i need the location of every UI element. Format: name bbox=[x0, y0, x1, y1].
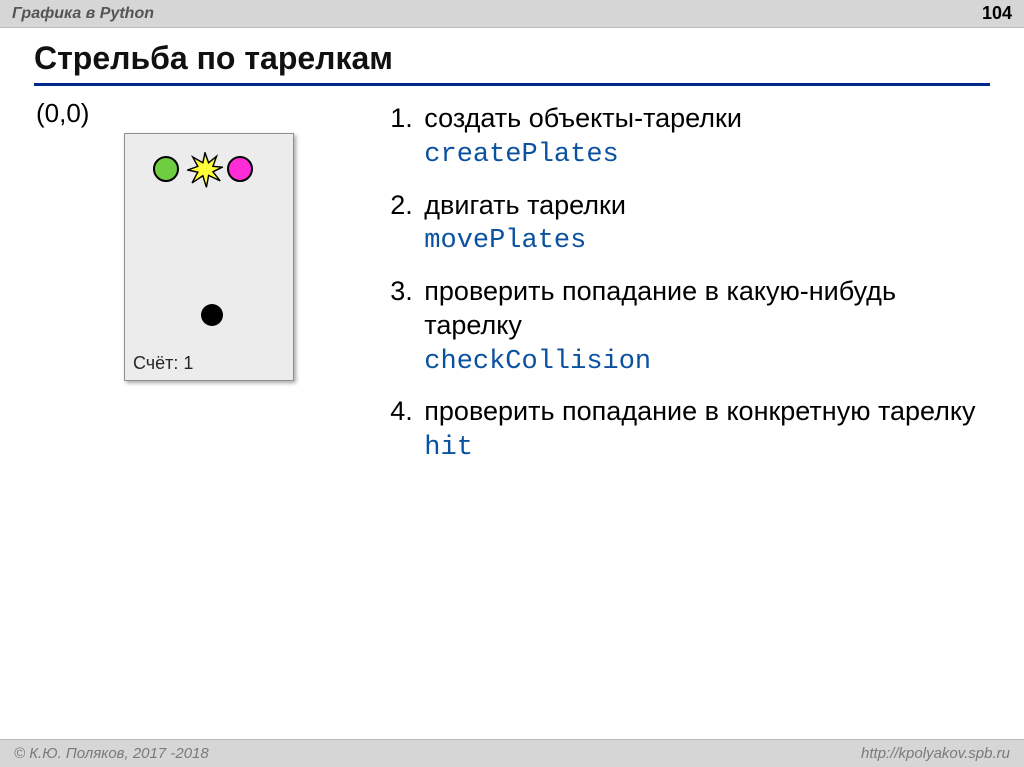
section-title: Графика в Python bbox=[12, 5, 154, 23]
slide-header: Графика в Python 104 bbox=[0, 0, 1024, 28]
list-item: двигать тарелки movePlates bbox=[420, 189, 990, 260]
slide-body: (0,0) Счёт: 1 создать объекты-тарелки cr… bbox=[34, 96, 990, 731]
slide-content: Стрельба по тарелкам (0,0) Счёт: 1 созда… bbox=[0, 28, 1024, 739]
plate-green-icon bbox=[153, 156, 179, 182]
code-identifier: checkCollision bbox=[424, 347, 651, 377]
step-text: двигать тарелки bbox=[424, 190, 626, 220]
plate-magenta-icon bbox=[227, 156, 253, 182]
code-identifier: hit bbox=[424, 433, 473, 463]
explosion-icon bbox=[187, 152, 223, 188]
slide-footer: © К.Ю. Поляков, 2017 -2018 http://kpolya… bbox=[0, 739, 1024, 767]
score-label: Счёт: 1 bbox=[133, 353, 193, 374]
step-text: проверить попадание в какую-нибудь тарел… bbox=[424, 276, 896, 340]
list-item: создать объекты-тарелки createPlates bbox=[420, 102, 990, 173]
list-item: проверить попадание в какую-нибудь тарел… bbox=[420, 275, 990, 379]
page-number: 104 bbox=[982, 3, 1012, 24]
code-identifier: createPlates bbox=[424, 140, 618, 170]
step-text: проверить попадание в конкретную тарелку bbox=[424, 396, 975, 426]
slide-title: Стрельба по тарелкам bbox=[34, 40, 990, 86]
origin-label: (0,0) bbox=[36, 98, 358, 129]
copyright-text: © К.Ю. Поляков, 2017 -2018 bbox=[14, 745, 209, 762]
game-canvas: Счёт: 1 bbox=[124, 133, 294, 381]
left-column: (0,0) Счёт: 1 bbox=[34, 96, 358, 381]
step-text: создать объекты-тарелки bbox=[424, 103, 742, 133]
code-identifier: movePlates bbox=[424, 226, 586, 256]
footer-url: http://kpolyakov.spb.ru bbox=[861, 745, 1010, 762]
list-item: проверить попадание в конкретную тарелку… bbox=[420, 395, 990, 466]
right-column: создать объекты-тарелки createPlates дви… bbox=[358, 96, 990, 482]
player-dot-icon bbox=[201, 304, 223, 326]
steps-list: создать объекты-тарелки createPlates дви… bbox=[420, 102, 990, 466]
